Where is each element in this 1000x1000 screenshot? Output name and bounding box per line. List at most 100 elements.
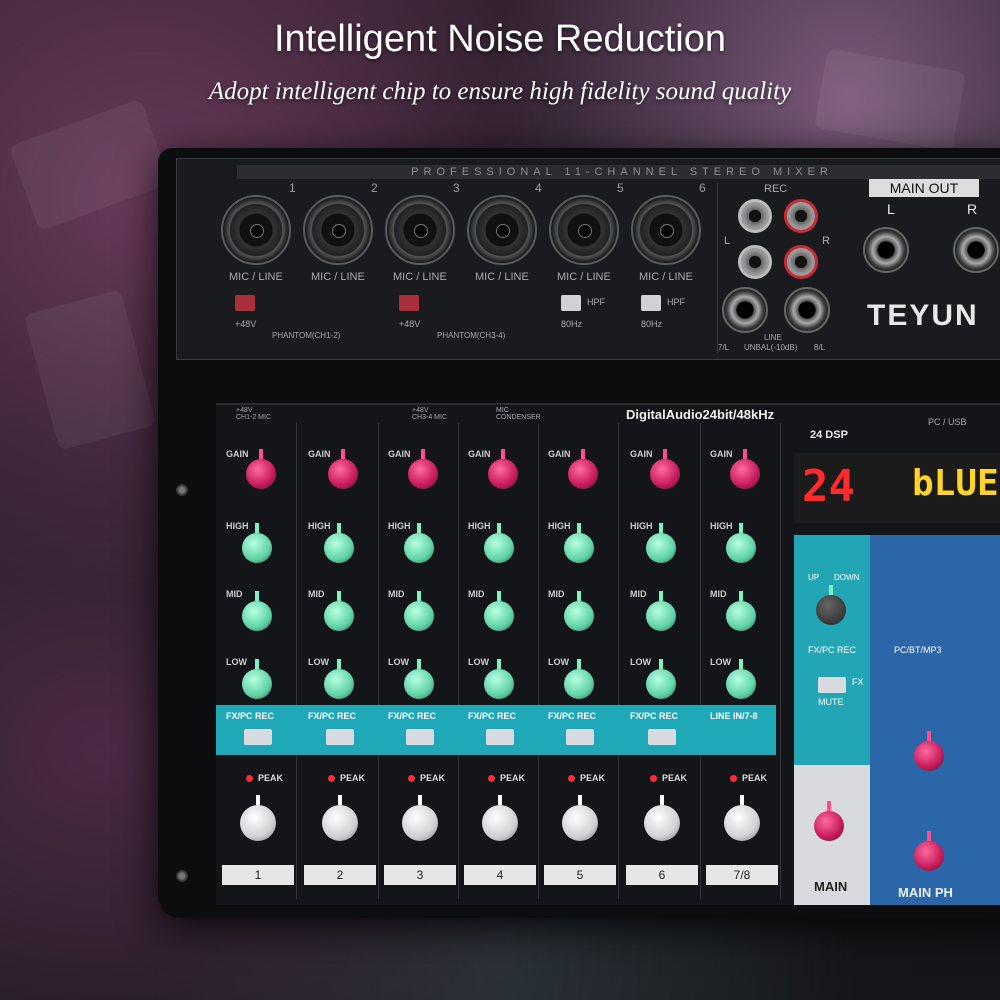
high-eq-knob-1[interactable] (242, 523, 272, 563)
mute-button[interactable] (818, 677, 846, 693)
rec-rca-red-jack[interactable] (784, 245, 818, 279)
low-eq-knob-2[interactable] (324, 659, 354, 699)
channel-volume-knob-1[interactable] (240, 795, 276, 841)
high-eq-knob-4[interactable] (484, 523, 514, 563)
low-label: LOW (548, 657, 569, 667)
main-out-r-jack[interactable] (953, 227, 999, 273)
peak-label: PEAK (340, 773, 366, 783)
mic-line-label: MIC / LINE (557, 271, 611, 283)
gain-knob-3[interactable] (408, 449, 438, 489)
gain-knob-5[interactable] (568, 449, 598, 489)
xlr-input-4[interactable] (467, 195, 537, 265)
rec-rca-white-jack[interactable] (738, 199, 772, 233)
main-out-l-jack[interactable] (863, 227, 909, 273)
mid-eq-knob-1[interactable] (242, 591, 272, 631)
peak-label: PEAK (420, 773, 446, 783)
high-eq-knob-6[interactable] (646, 523, 676, 563)
phantom-power-button-ch12[interactable] (235, 295, 255, 311)
line-input-8-jack[interactable] (784, 287, 830, 333)
mid-label: MID (226, 589, 243, 599)
channel-volume-knob-7-8[interactable] (724, 795, 760, 841)
fx-button-1[interactable] (244, 729, 272, 745)
channel-volume-knob-4[interactable] (482, 795, 518, 841)
fx-button-6[interactable] (648, 729, 676, 745)
phantom-ch34-lower-label: +48V CH3-4 MIC (412, 407, 448, 421)
main-label: MAIN (814, 879, 848, 894)
gain-knob-2[interactable] (328, 449, 358, 489)
mid-eq-knob-6[interactable] (646, 591, 676, 631)
mixer-model-title: PROFESSIONAL 11-CHANNEL STEREO MIXER (237, 165, 1000, 179)
fx-button-5[interactable] (566, 729, 594, 745)
phantom-ch12-lower-label: +48V CH1-2 MIC (236, 407, 272, 421)
channel-volume-knob-5[interactable] (562, 795, 598, 841)
gain-knob-4[interactable] (488, 449, 518, 489)
fx-button-2[interactable] (326, 729, 354, 745)
peak-label: PEAK (662, 773, 688, 783)
channel-number: 2 (371, 181, 378, 195)
main-panel: MAIN (794, 765, 870, 905)
fx-pc-rec-knob[interactable] (816, 585, 846, 625)
low-eq-knob-1[interactable] (242, 659, 272, 699)
channel-footer-label: 5 (544, 865, 616, 885)
gain-label: GAIN (226, 449, 249, 459)
peak-led (408, 775, 415, 782)
high-eq-knob-7-8[interactable] (726, 523, 756, 563)
fx-button-3[interactable] (406, 729, 434, 745)
mid-eq-knob-2[interactable] (324, 591, 354, 631)
pc-bt-mp3-label: PC/BT/MP3 (894, 645, 942, 655)
high-eq-knob-2[interactable] (324, 523, 354, 563)
main-volume-knob[interactable] (814, 801, 844, 841)
fx-button-4[interactable] (486, 729, 514, 745)
background-blur-shape (8, 98, 172, 232)
rec-rca-white-jack[interactable] (738, 245, 772, 279)
gain-knob-7-8[interactable] (730, 449, 760, 489)
line-ch8-label: 8/L (814, 343, 826, 352)
gain-label: GAIN (468, 449, 491, 459)
channel-footer-label: 2 (304, 865, 376, 885)
channel-footer-label: 7/8 (706, 865, 778, 885)
low-eq-knob-3[interactable] (404, 659, 434, 699)
mode-display: bLUE (912, 463, 999, 504)
line-input-7-jack[interactable] (722, 287, 768, 333)
xlr-input-1[interactable] (221, 195, 291, 265)
fx-pc-rec-label: FX/PC REC (548, 711, 597, 721)
channel-volume-knob-2[interactable] (322, 795, 358, 841)
mid-eq-knob-3[interactable] (404, 591, 434, 631)
phantom-power-button-ch34[interactable] (399, 295, 419, 311)
mid-eq-knob-5[interactable] (564, 591, 594, 631)
xlr-input-5[interactable] (549, 195, 619, 265)
high-label: HIGH (548, 521, 571, 531)
mic-line-label: MIC / LINE (475, 271, 529, 283)
rec-rca-red-jack[interactable] (784, 199, 818, 233)
fx-label: FX (852, 677, 864, 687)
mid-eq-knob-4[interactable] (484, 591, 514, 631)
channel-volume-knob-3[interactable] (402, 795, 438, 841)
high-label: HIGH (388, 521, 411, 531)
xlr-input-3[interactable] (385, 195, 455, 265)
channel-volume-knob-6[interactable] (644, 795, 680, 841)
peak-label: PEAK (742, 773, 768, 783)
phantom-label: +48V (235, 319, 257, 329)
gain-knob-1[interactable] (246, 449, 276, 489)
mid-eq-knob-7-8[interactable] (726, 591, 756, 631)
mid-label: MID (308, 589, 325, 599)
low-eq-knob-6[interactable] (646, 659, 676, 699)
high-eq-knob-3[interactable] (404, 523, 434, 563)
low-eq-knob-5[interactable] (564, 659, 594, 699)
xlr-input-2[interactable] (303, 195, 373, 265)
fx-pc-rec-label: FX/PC REC (630, 711, 679, 721)
player-volume-knob[interactable] (914, 731, 944, 771)
line-ch7-label: 7/L (718, 343, 730, 352)
led-display: 24 bLUE (794, 453, 1000, 523)
mid-label: MID (630, 589, 647, 599)
hpf-button-ch6[interactable] (641, 295, 661, 311)
screw-icon (176, 484, 188, 496)
hpf-button-ch5[interactable] (561, 295, 581, 311)
gain-knob-6[interactable] (650, 449, 680, 489)
high-eq-knob-5[interactable] (564, 523, 594, 563)
low-eq-knob-4[interactable] (484, 659, 514, 699)
fx-pc-rec-label: FX/PC REC (468, 711, 517, 721)
xlr-input-6[interactable] (631, 195, 701, 265)
main-phones-knob[interactable] (914, 831, 944, 871)
low-eq-knob-7-8[interactable] (726, 659, 756, 699)
